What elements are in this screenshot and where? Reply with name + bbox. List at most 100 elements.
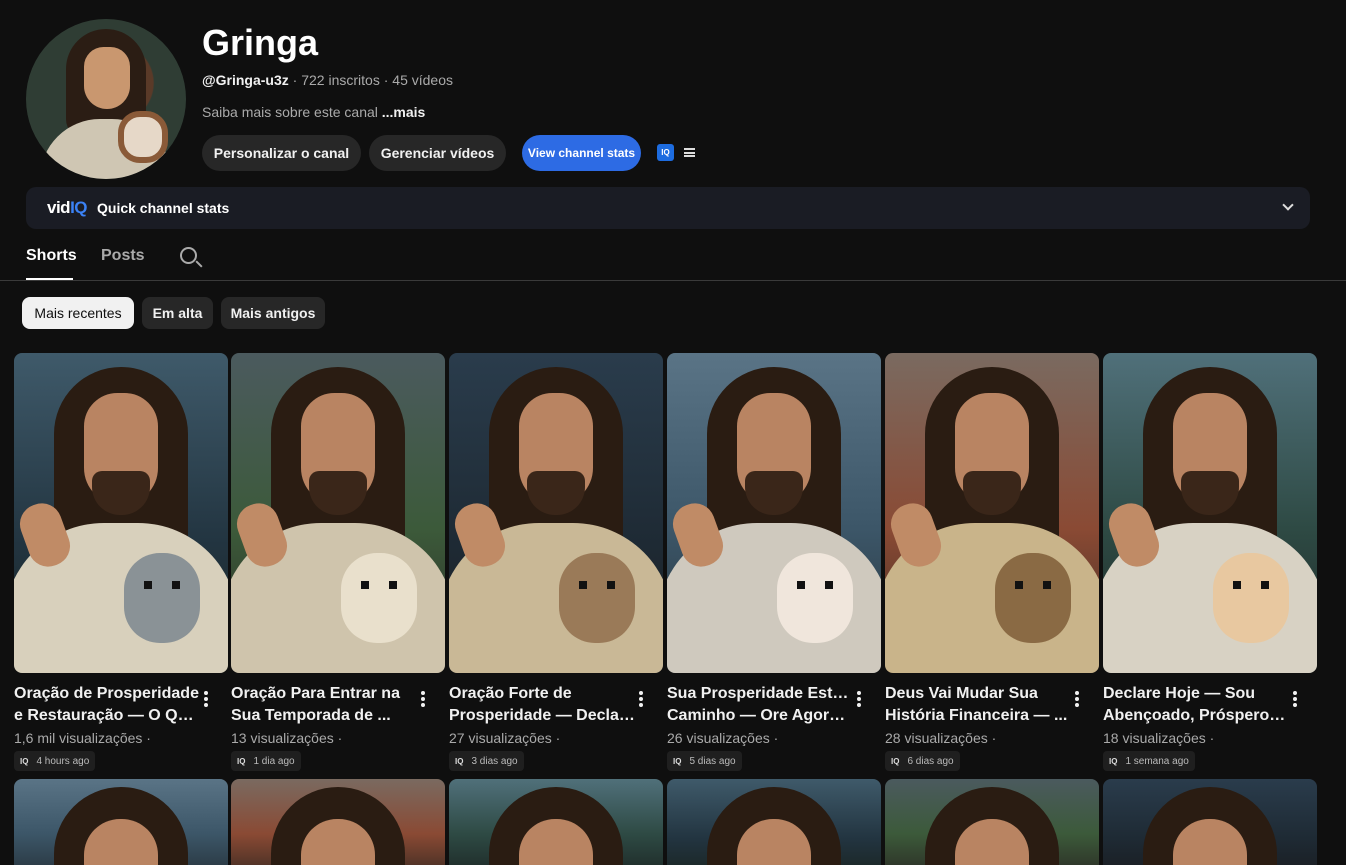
thumbnail-animal	[1213, 553, 1289, 643]
chip-em-alta[interactable]: Em alta	[142, 297, 213, 329]
short-thumbnail-row2[interactable]	[14, 779, 228, 865]
subscriber-count: 722 inscritos	[301, 72, 380, 88]
search-icon[interactable]	[180, 247, 197, 264]
short-title[interactable]: Oração Para Entrar na Sua Temporada de ..…	[231, 683, 417, 727]
short-thumbnail[interactable]	[14, 353, 228, 673]
vidiq-logo: vidIQ	[47, 198, 88, 218]
short-age: 4 hours ago	[36, 755, 90, 767]
customize-channel-button[interactable]: Personalizar o canal	[202, 135, 361, 171]
short-title[interactable]: Sua Prosperidade Está a Caminho — Ore Ago…	[667, 683, 853, 727]
short-thumbnail-row2[interactable]	[449, 779, 663, 865]
vidiq-icon[interactable]: IQ	[657, 144, 674, 161]
thumbnail-animal-eyes	[1233, 581, 1269, 589]
tab-shorts[interactable]: Shorts	[26, 247, 77, 265]
tab-posts[interactable]: Posts	[101, 247, 145, 265]
view-channel-stats-button[interactable]: View channel stats	[522, 135, 641, 171]
short-title-line2: Caminho — Ore Agora ...	[667, 707, 853, 724]
meta-separator: ·	[292, 72, 298, 88]
more-options-icon[interactable]	[857, 691, 861, 707]
channel-about[interactable]: Saiba mais sobre este canal ...mais	[202, 104, 425, 120]
short-thumbnail-row2[interactable]	[231, 779, 445, 865]
more-options-icon[interactable]	[421, 691, 425, 707]
short-title-line2: História Financeira — ...	[885, 707, 1068, 724]
vidiq-quick-stats-bar[interactable]: vidIQ Quick channel stats	[26, 187, 1310, 229]
channel-handle: @Gringa-u3z	[202, 72, 289, 88]
short-age: 5 dias ago	[689, 755, 736, 767]
video-count: 45 vídeos	[392, 72, 453, 88]
vidiq-small-icon: IQ	[455, 756, 464, 766]
short-views: 1,6 mil visualizações ·	[14, 730, 151, 746]
short-title-line1: Oração Para Entrar na	[231, 685, 400, 702]
more-options-icon[interactable]	[204, 691, 208, 707]
short-views: 18 visualizações ·	[1103, 730, 1215, 746]
avatar-bulldog	[118, 111, 168, 163]
more-options-icon[interactable]	[639, 691, 643, 707]
short-views: 28 visualizações ·	[885, 730, 997, 746]
short-title-line2: Sua Temporada de ...	[231, 707, 391, 724]
short-thumbnail[interactable]	[231, 353, 445, 673]
short-age-badge: IQ 3 dias ago	[449, 751, 524, 771]
vidiq-small-icon: IQ	[237, 756, 246, 766]
short-age-badge: IQ 6 dias ago	[885, 751, 960, 771]
short-age-badge: IQ 1 semana ago	[1103, 751, 1195, 771]
short-title-line2: Prosperidade — Declar...	[449, 707, 635, 724]
thumbnail-animal	[341, 553, 417, 643]
short-age: 1 semana ago	[1125, 755, 1189, 767]
short-age: 1 dia ago	[253, 755, 295, 767]
thumbnail-animal-eyes	[1015, 581, 1051, 589]
short-title-line1: Oração Forte de	[449, 685, 572, 702]
short-age: 3 dias ago	[471, 755, 518, 767]
chip-mais-antigos[interactable]: Mais antigos	[221, 297, 325, 329]
vidiq-small-icon: IQ	[891, 756, 900, 766]
short-thumbnail[interactable]	[885, 353, 1099, 673]
short-thumbnail-row2[interactable]	[1103, 779, 1317, 865]
menu-icon[interactable]	[684, 148, 695, 157]
short-title[interactable]: Declare Hoje — Sou Abençoado, Próspero e.…	[1103, 683, 1289, 727]
channel-name: Gringa	[202, 22, 319, 63]
short-title-line1: Deus Vai Mudar Sua	[885, 685, 1038, 702]
thumbnail-animal	[777, 553, 853, 643]
about-text: Saiba mais sobre este canal	[202, 104, 378, 120]
short-thumbnail-row2[interactable]	[667, 779, 881, 865]
chip-mais-recentes[interactable]: Mais recentes	[22, 297, 134, 329]
manage-videos-button[interactable]: Gerenciar vídeos	[369, 135, 506, 171]
short-thumbnail[interactable]	[667, 353, 881, 673]
short-title-line1: Declare Hoje — Sou	[1103, 685, 1256, 702]
vidiq-small-icon: IQ	[673, 756, 682, 766]
short-title-line2: Abençoado, Próspero e...	[1103, 707, 1289, 724]
thumbnail-animal	[559, 553, 635, 643]
short-thumbnail-row2[interactable]	[885, 779, 1099, 865]
vidiq-logo-main: vid	[47, 198, 71, 217]
short-thumbnail[interactable]	[449, 353, 663, 673]
short-views: 26 visualizações ·	[667, 730, 779, 746]
thumbnail-animal-eyes	[797, 581, 833, 589]
short-age: 6 dias ago	[907, 755, 954, 767]
short-title-line2: e Restauração — O Que...	[14, 707, 200, 724]
thumbnail-animal-eyes	[144, 581, 180, 589]
short-views: 27 visualizações ·	[449, 730, 561, 746]
more-options-icon[interactable]	[1075, 691, 1079, 707]
meta-separator: ·	[383, 72, 389, 88]
vidiq-small-icon: IQ	[20, 756, 29, 766]
chevron-down-icon[interactable]	[1282, 199, 1294, 211]
channel-avatar[interactable]	[26, 19, 186, 179]
thumbnail-animal	[995, 553, 1071, 643]
more-options-icon[interactable]	[1293, 691, 1297, 707]
about-more-link[interactable]: ...mais	[382, 104, 426, 120]
short-age-badge: IQ 5 dias ago	[667, 751, 742, 771]
short-title[interactable]: Oração de Prosperidade e Restauração — O …	[14, 683, 200, 727]
avatar-face	[84, 47, 130, 109]
short-title-line1: Sua Prosperidade Está a	[667, 685, 853, 702]
short-views: 13 visualizações ·	[231, 730, 343, 746]
short-thumbnail[interactable]	[1103, 353, 1317, 673]
thumbnail-animal	[124, 553, 200, 643]
tabs-divider	[0, 280, 1346, 281]
short-title[interactable]: Deus Vai Mudar Sua História Financeira — …	[885, 683, 1071, 727]
channel-meta: @Gringa-u3z · 722 inscritos · 45 vídeos	[202, 72, 453, 88]
thumbnail-animal-eyes	[579, 581, 615, 589]
short-title[interactable]: Oração Forte de Prosperidade — Declar...	[449, 683, 635, 727]
channel-page: Gringa @Gringa-u3z · 722 inscritos · 45 …	[0, 0, 1346, 865]
short-age-badge: IQ 1 dia ago	[231, 751, 301, 771]
thumbnail-animal-eyes	[361, 581, 397, 589]
vidiq-logo-accent: IQ	[70, 198, 88, 217]
